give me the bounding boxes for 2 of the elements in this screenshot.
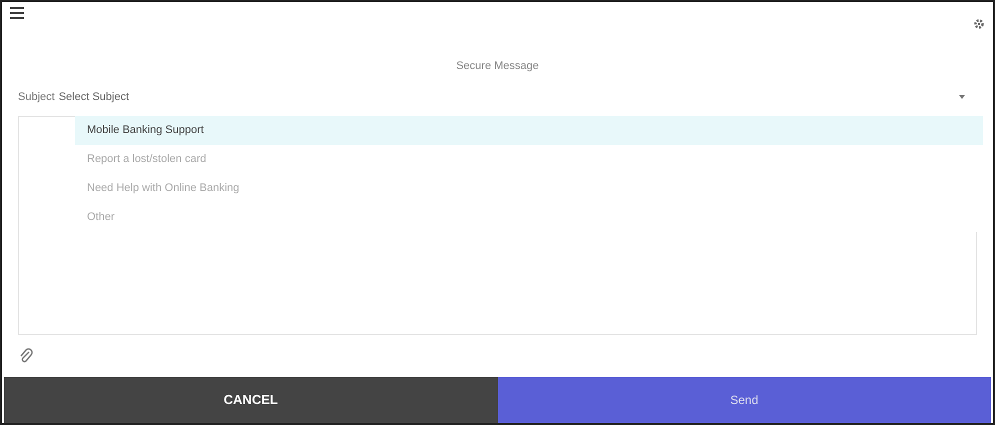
page-title: Secure Message [456, 58, 539, 74]
subject-label: Subject [18, 90, 55, 105]
